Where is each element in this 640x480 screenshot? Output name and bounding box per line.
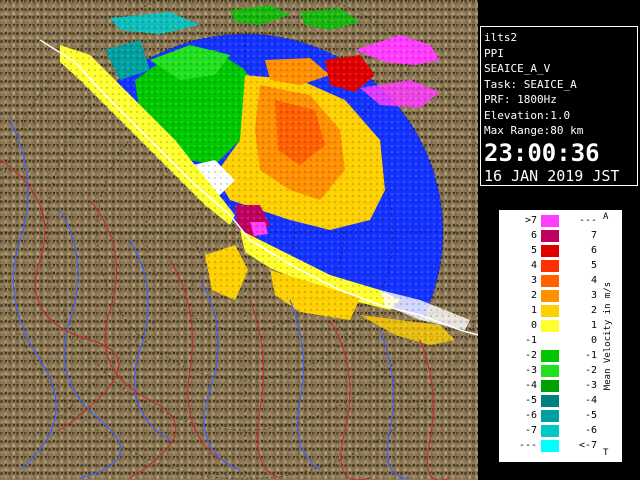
legend-color-swatch xyxy=(541,215,559,227)
legend-color-swatch xyxy=(541,380,559,392)
legend-lower-bound: --- xyxy=(518,440,537,451)
legend-unit-text: Mean Velocity in m/s xyxy=(603,281,613,391)
legend-row: -5 -4 xyxy=(499,395,609,407)
legend-upper-bound: -3 xyxy=(584,380,597,391)
legend-upper-bound: 7 xyxy=(590,230,597,241)
product-name: PPI xyxy=(484,46,504,60)
legend-upper-bound: -5 xyxy=(584,410,597,421)
prf-value: PRF: 1800Hz xyxy=(484,93,557,106)
legend-lower-bound: 6 xyxy=(530,230,537,241)
legend-color-swatch xyxy=(541,425,559,437)
legend-lower-bound: 3 xyxy=(530,275,537,286)
legend-row: 56 xyxy=(499,245,609,257)
legend-color-swatch xyxy=(541,260,559,272)
legend-row: -6 -5 xyxy=(499,410,609,422)
legend-upper-bound: 5 xyxy=(590,260,597,271)
legend-upper-bound: <-7 xyxy=(578,440,597,451)
legend-lower-bound: >7 xyxy=(524,215,537,226)
legend-color-swatch xyxy=(541,275,559,287)
legend-color-swatch xyxy=(541,365,559,377)
legend-row: 34 xyxy=(499,275,609,287)
legend-upper-bound: -4 xyxy=(584,395,597,406)
legend-row: 23 xyxy=(499,290,609,302)
legend-upper-bound: -1 xyxy=(584,350,597,361)
radar-map xyxy=(0,0,478,480)
legend-lower-bound: -1 xyxy=(524,335,537,346)
legend-upper-bound: 0 xyxy=(590,335,597,346)
velocity-legend: >7 --- 6 7 5 6 4 5 3 4 2 3 1 2 0 1 -1 0 -2 -1 -3 -2 -4 -3 -5 -4 -6… xyxy=(498,209,623,463)
legend-row: -7 -6 xyxy=(499,425,609,437)
legend-row: -3 -2 xyxy=(499,365,609,377)
legend-bottom-mark: T xyxy=(603,448,609,458)
legend-lower-bound: -3 xyxy=(524,365,537,376)
max-range-value: Max Range:80 km xyxy=(484,124,584,137)
legend-color-swatch xyxy=(541,230,559,242)
station-name: ilts2 xyxy=(484,31,518,44)
legend-lower-bound: -6 xyxy=(524,410,537,421)
legend-upper-bound: -6 xyxy=(584,425,597,436)
legend-lower-bound: 4 xyxy=(530,260,537,271)
legend-row: -1 0 xyxy=(499,335,609,347)
scan-time: 23:00:36 xyxy=(484,138,600,167)
legend-row: 01 xyxy=(499,320,609,332)
legend-color-swatch xyxy=(541,350,559,362)
scan-date: 16 JAN 2019 JST xyxy=(484,166,620,185)
legend-upper-bound: 4 xyxy=(590,275,597,286)
legend-lower-bound: 5 xyxy=(530,245,537,256)
volume-name: SEAICE_A_V xyxy=(484,62,551,75)
legend-upper-bound: 6 xyxy=(590,245,597,256)
radar-ppi-display[interactable] xyxy=(0,0,478,480)
legend-color-swatch xyxy=(541,245,559,257)
legend-color-swatch xyxy=(541,440,559,452)
legend-color-swatch xyxy=(541,320,559,332)
legend-upper-bound: 2 xyxy=(590,305,597,316)
legend-upper-bound: 1 xyxy=(590,320,597,331)
legend-row: 45 xyxy=(499,260,609,272)
legend-row: 67 xyxy=(499,230,609,242)
legend-upper-bound: -2 xyxy=(584,365,597,376)
legend-color-swatch xyxy=(541,410,559,422)
legend-lower-bound: -4 xyxy=(524,380,537,391)
legend-lower-bound: 1 xyxy=(530,305,537,316)
legend-unit-label: Mean Velocity in m/s xyxy=(600,216,616,456)
elevation-value: Elevation:1.0 xyxy=(484,108,571,122)
legend-upper-bound: 3 xyxy=(590,290,597,301)
legend-row: -2 -1 xyxy=(499,350,609,362)
legend-lower-bound: -7 xyxy=(524,425,537,436)
legend-row: -4 -3 xyxy=(499,380,609,392)
legend-row: >7 --- xyxy=(499,215,609,227)
legend-row: 12 xyxy=(499,305,609,317)
legend-color-swatch xyxy=(541,335,559,347)
legend-row: --- <-7 xyxy=(499,440,609,452)
legend-color-swatch xyxy=(541,395,559,407)
legend-lower-bound: -2 xyxy=(524,350,537,361)
legend-upper-bound: --- xyxy=(578,215,597,226)
task-name: Task: SEAICE_A xyxy=(484,77,577,91)
legend-color-swatch xyxy=(541,305,559,317)
legend-color-swatch xyxy=(541,290,559,302)
radar-info-panel: ilts2 PPI SEAICE_A_V Task: SEAICE_A PRF:… xyxy=(480,26,638,186)
legend-lower-bound: 2 xyxy=(530,290,537,301)
legend-lower-bound: 0 xyxy=(530,320,537,331)
echo-texture xyxy=(0,0,478,480)
legend-lower-bound: -5 xyxy=(524,395,537,406)
